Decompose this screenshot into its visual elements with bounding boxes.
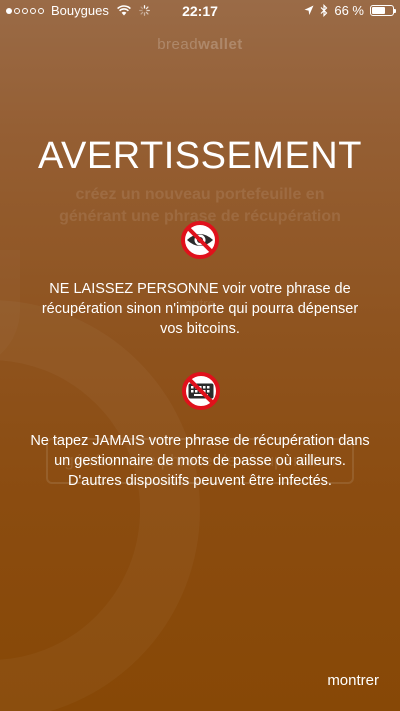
no-eye-icon [181, 221, 219, 259]
no-keyboard-icon [182, 372, 220, 410]
location-arrow-icon [304, 5, 314, 15]
logo-part-bread: bread [157, 36, 199, 53]
battery-icon [370, 5, 396, 16]
warning-message-1: NE LAISSEZ PERSONNE voir votre phrase de… [41, 281, 359, 337]
logo-part-wallet: wallet [198, 36, 243, 53]
breadwallet-logo: breadwallet [0, 36, 400, 53]
status-bar: Bouygues 22:17 66 % [0, 0, 400, 22]
battery-level-fill [372, 7, 386, 14]
bluetooth-icon [320, 4, 328, 17]
warning-title: AVERTISSEMENT [38, 135, 362, 177]
background-swoosh [0, 300, 200, 711]
warning-message-2: Ne tapez JAMAIS votre phrase de récupéra… [30, 433, 370, 489]
status-bar-right: 66 % [304, 3, 396, 18]
show-button[interactable]: montrer [327, 672, 379, 689]
warning-screen: Bouygues 22:17 66 % breadwallet créez un… [0, 0, 400, 711]
battery-percent: 66 % [334, 3, 364, 18]
